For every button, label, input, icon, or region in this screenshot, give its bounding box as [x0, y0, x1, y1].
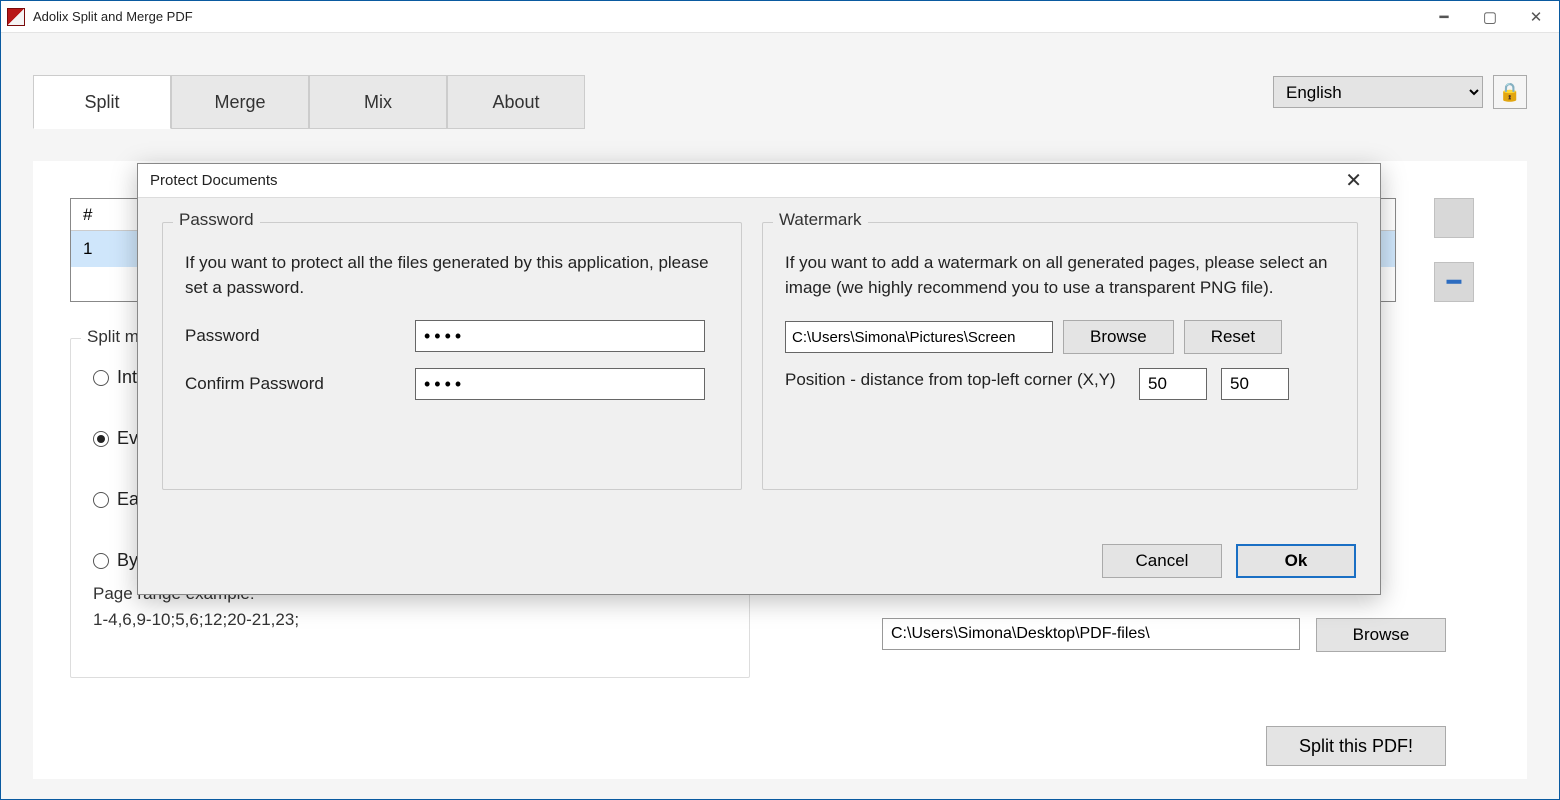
watermark-description: If you want to add a watermark on all ge…: [785, 251, 1335, 300]
cancel-button[interactable]: Cancel: [1102, 544, 1222, 578]
watermark-reset-button[interactable]: Reset: [1184, 320, 1282, 354]
watermark-x-input[interactable]: [1139, 368, 1207, 400]
watermark-group: Watermark If you want to add a watermark…: [762, 222, 1358, 490]
password-label: Password: [185, 326, 415, 346]
modal-overlay: Protect Documents ✕ Password If you want…: [1, 1, 1559, 799]
confirm-password-input[interactable]: [415, 368, 705, 400]
ok-button[interactable]: Ok: [1236, 544, 1356, 578]
watermark-y-input[interactable]: [1221, 368, 1289, 400]
password-input[interactable]: [415, 320, 705, 352]
password-description: If you want to protect all the files gen…: [185, 251, 719, 300]
dialog-close-button[interactable]: ✕: [1339, 166, 1368, 195]
password-group: Password If you want to protect all the …: [162, 222, 742, 490]
dialog-title: Protect Documents: [150, 172, 278, 189]
watermark-browse-button[interactable]: Browse: [1063, 320, 1174, 354]
close-icon: ✕: [1345, 170, 1362, 192]
dialog-titlebar: Protect Documents ✕: [138, 164, 1380, 198]
watermark-path-input[interactable]: [785, 321, 1053, 353]
confirm-password-label: Confirm Password: [185, 374, 415, 394]
password-legend: Password: [173, 210, 260, 230]
protect-documents-dialog: Protect Documents ✕ Password If you want…: [137, 163, 1381, 595]
watermark-legend: Watermark: [773, 210, 868, 230]
watermark-position-label: Position - distance from top-left corner…: [785, 368, 1125, 393]
